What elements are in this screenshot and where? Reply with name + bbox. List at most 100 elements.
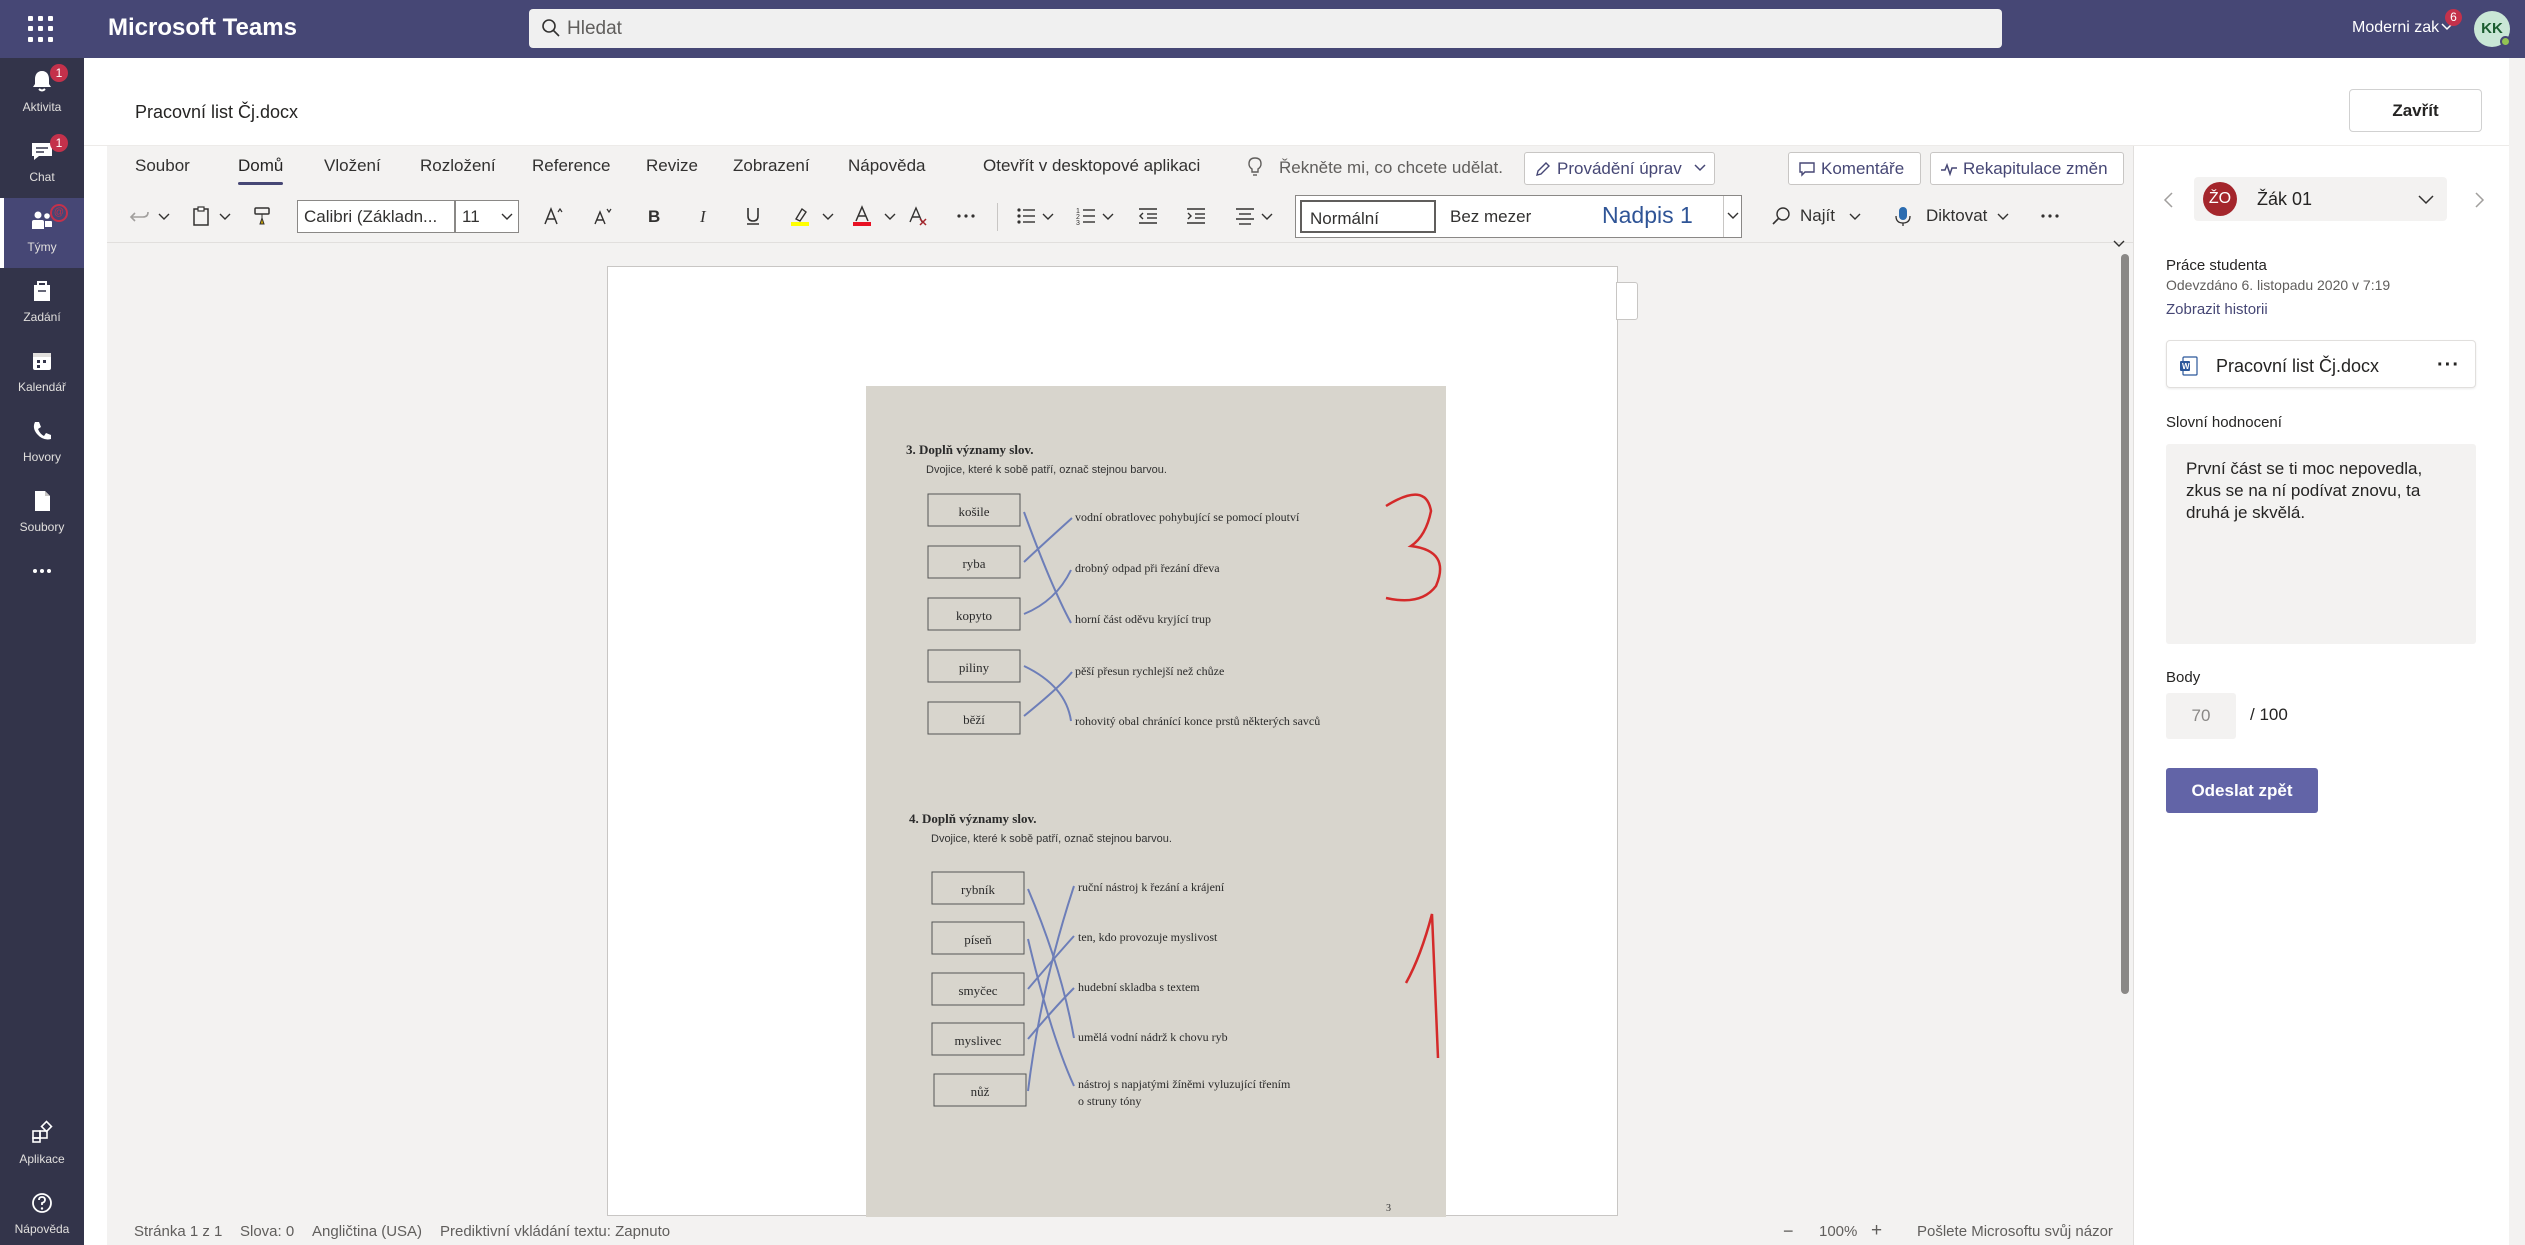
align-button[interactable]	[1234, 200, 1278, 232]
editing-mode-button[interactable]: Provádění úprav	[1524, 152, 1715, 185]
zoom-in-icon[interactable]: +	[1871, 1220, 1882, 1242]
underline-button[interactable]	[742, 200, 766, 232]
comments-button[interactable]: Komentáře	[1788, 152, 1921, 185]
page-side-tab[interactable]	[1616, 282, 1638, 320]
student-name: Žák 01	[2257, 189, 2313, 209]
vertical-scrollbar[interactable]	[2121, 254, 2129, 994]
shrink-font-icon	[594, 208, 612, 225]
rail-item-calendar[interactable]: Kalendář	[0, 338, 84, 408]
rail-more[interactable]	[0, 548, 84, 618]
submitted-date: Odevzdáno 6. listopadu 2020 v 7:19	[2166, 277, 2391, 293]
paste-button[interactable]	[190, 200, 240, 232]
rail-item-apps[interactable]: Aplikace	[0, 1110, 84, 1180]
student-selector[interactable]: ŽO Žák 01	[2194, 177, 2447, 221]
chevron-left-icon[interactable]	[2162, 190, 2176, 210]
style-no-spacing[interactable]: Bez mezer	[1442, 200, 1539, 233]
meaning-text: hudební skladba s textem	[1078, 980, 1200, 994]
rail-item-activity[interactable]: 1 Aktivita	[0, 58, 84, 128]
bold-button[interactable]: B	[643, 200, 667, 232]
grow-font-button[interactable]	[542, 200, 568, 232]
dictate-button[interactable]: Diktovat	[1892, 200, 2014, 232]
grow-font-icon	[544, 206, 563, 225]
style-normal[interactable]: Normální	[1300, 200, 1436, 233]
word-text: myslivec	[955, 1033, 1002, 1048]
predictive-text-status[interactable]: Prediktivní vkládání textu: Zapnuto	[440, 1223, 670, 1240]
view-history-link[interactable]: Zobrazit historii	[2166, 301, 2268, 318]
tab-view[interactable]: Zobrazení	[733, 156, 810, 176]
tab-help[interactable]: Nápověda	[848, 156, 926, 176]
zoom-level[interactable]: 100%	[1819, 1223, 1857, 1240]
word-text: nůž	[971, 1084, 990, 1099]
student-connection-lines	[1023, 511, 1073, 722]
tab-layout[interactable]: Rozložení	[420, 156, 496, 176]
rail-item-teams[interactable]: @ Týmy	[0, 198, 84, 268]
ex3-title: 3. Doplň významy slov.	[906, 442, 1034, 457]
send-back-button[interactable]: Odeslat zpět	[2166, 768, 2318, 813]
phone-icon	[33, 422, 51, 440]
tab-references[interactable]: Reference	[532, 156, 610, 176]
meaning-text: vodní obratlovec pohybující se pomocí pl…	[1075, 510, 1300, 524]
word-text: píseň	[964, 932, 992, 947]
user-name[interactable]: Moderni zak	[2352, 19, 2439, 37]
tab-review[interactable]: Revize	[646, 156, 698, 176]
zoom-out-icon[interactable]: −	[1783, 1221, 1794, 1242]
assignments-icon	[34, 281, 50, 301]
find-button[interactable]: Najít	[1770, 200, 1868, 232]
send-feedback-link[interactable]: Pošlete Microsoftu svůj názor	[1917, 1223, 2113, 1240]
decrease-indent-button[interactable]	[1137, 200, 1163, 232]
shrink-font-button[interactable]	[591, 200, 617, 232]
language-status[interactable]: Angličtina (USA)	[312, 1223, 422, 1240]
document-title: Pracovní list Čj.docx	[135, 102, 299, 122]
highlight-button[interactable]	[789, 200, 841, 232]
rail-item-help[interactable]: Nápověda	[0, 1180, 84, 1245]
grade-mark-1	[1404, 913, 1440, 1059]
font-name-select[interactable]: Calibri (Základn...	[297, 200, 455, 233]
feedback-textarea[interactable]: První část se ti moc nepovedla, zkus se …	[2166, 444, 2476, 644]
close-button[interactable]: Zavřít	[2349, 89, 2482, 132]
document-page[interactable]: 3. Doplň významy slov. Dvojice, které k …	[607, 266, 1618, 1217]
styles-expand-button[interactable]	[1723, 196, 1741, 237]
chevron-down-icon	[219, 213, 231, 220]
tab-file[interactable]: Soubor	[135, 156, 190, 176]
rail-item-files[interactable]: Soubory	[0, 478, 84, 548]
rail-item-calls[interactable]: Hovory	[0, 408, 84, 478]
rail-label: Chat	[29, 170, 55, 184]
numbering-button[interactable]: 123	[1075, 200, 1119, 232]
word-text: kopyto	[956, 608, 992, 623]
apps-icon	[32, 1120, 53, 1143]
font-size-select[interactable]: 11	[455, 200, 519, 233]
attached-file-card[interactable]: W Pracovní list Čj.docx ···	[2166, 340, 2476, 388]
ribbon-tabs: Soubor Domů Vložení Rozložení Reference …	[107, 146, 2133, 191]
points-input[interactable]: 70	[2166, 693, 2236, 739]
tab-insert[interactable]: Vložení	[324, 156, 381, 176]
ellipsis-icon	[2041, 214, 2059, 218]
font-color-button[interactable]	[851, 200, 903, 232]
clear-formatting-button[interactable]	[907, 200, 933, 232]
chevron-right-icon[interactable]	[2472, 190, 2486, 210]
document-canvas[interactable]: 3. Doplň významy slov. Dvojice, které k …	[107, 240, 2133, 1217]
paintbrush-icon	[254, 207, 270, 225]
app-launcher-icon[interactable]	[28, 16, 54, 42]
search-placeholder: Hledat	[567, 18, 622, 39]
format-painter-button[interactable]	[252, 200, 282, 232]
more-font-options-button[interactable]	[955, 200, 981, 232]
undo-button[interactable]	[129, 200, 179, 232]
collapse-ribbon-icon[interactable]	[2111, 236, 2127, 252]
rail-item-chat[interactable]: 1 Chat	[0, 128, 84, 198]
changes-summary-button[interactable]: Rekapitulace změn	[1930, 152, 2124, 185]
more-options-button[interactable]	[2039, 200, 2065, 232]
italic-button[interactable]: I	[693, 200, 717, 232]
style-heading-1[interactable]: Nadpis 1	[1594, 200, 1701, 233]
bullets-button[interactable]	[1015, 200, 1059, 232]
open-desktop-link[interactable]: Otevřít v desktopové aplikaci	[983, 156, 1200, 176]
search-input[interactable]: Hledat	[529, 9, 2002, 48]
meaning-text: drobný odpad při řezání dřeva	[1075, 561, 1220, 575]
word-text: rybník	[961, 882, 995, 897]
tell-me-search[interactable]: Řekněte mi, co chcete udělat.	[1279, 158, 1503, 178]
increase-indent-button[interactable]	[1185, 200, 1211, 232]
tab-home[interactable]: Domů	[238, 156, 284, 185]
italic-icon: I	[699, 207, 707, 226]
more-options-icon[interactable]: ···	[2437, 355, 2460, 375]
rail-item-assignments[interactable]: Zadání	[0, 268, 84, 338]
page-scrollbar-track	[2509, 58, 2525, 1245]
